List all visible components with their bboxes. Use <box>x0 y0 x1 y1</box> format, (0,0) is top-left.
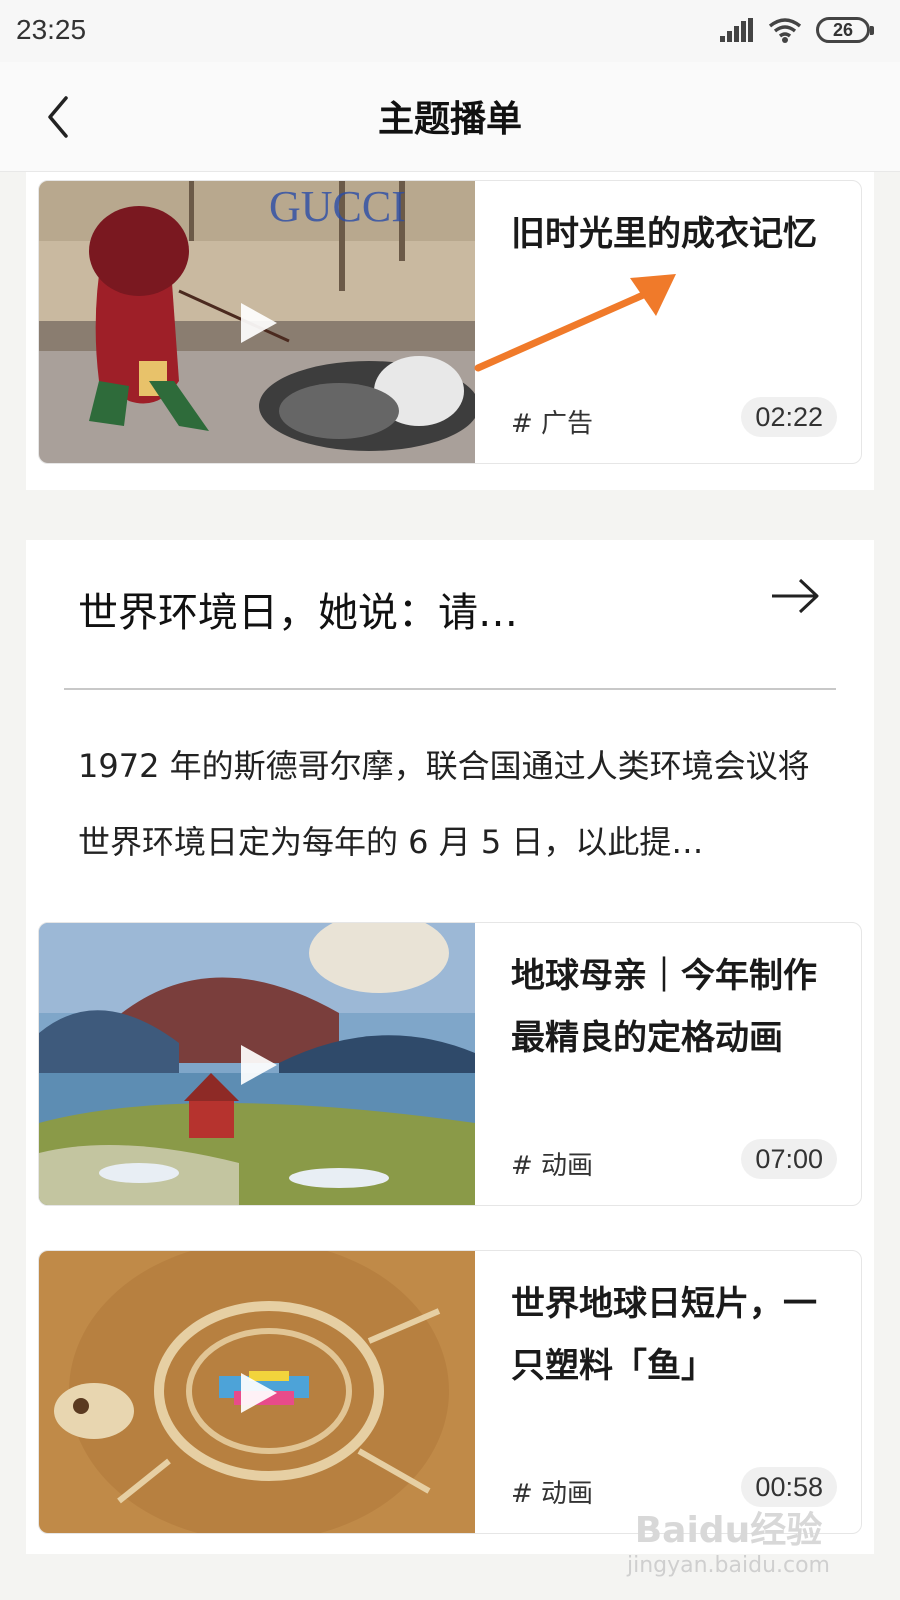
play-icon[interactable] <box>235 1371 279 1415</box>
watermark-logo: Baidu经验 <box>634 1510 823 1551</box>
arrow-right-icon[interactable] <box>770 576 820 616</box>
page-title: 主题播单 <box>377 99 522 140</box>
signal-icon <box>720 18 753 42</box>
play-icon[interactable] <box>235 1043 279 1087</box>
video-card[interactable]: GUCCI 旧时光里的成衣记忆 # 广告 02:22 <box>38 180 862 464</box>
section-description: 1972 年的斯德哥尔摩，联合国通过人类环境会议将世界环境日定为每年的 6 月 … <box>78 747 810 861</box>
title-bar: 主题播单 <box>0 62 900 172</box>
section-title[interactable]: 世界环境日，她说：请… <box>78 580 518 638</box>
status-icons: 26 <box>720 16 874 44</box>
watermark: Baidu经验 jingyan.baidu.com <box>627 1501 830 1578</box>
watermark-url: jingyan.baidu.com <box>626 1553 830 1578</box>
thumbnail-logo: GUCCI <box>269 182 406 231</box>
card-tag[interactable]: # 广告 <box>511 403 593 440</box>
play-icon[interactable] <box>235 301 279 345</box>
card-tag[interactable]: # 动画 <box>511 1145 593 1182</box>
status-bar: 23:25 26 <box>0 0 900 62</box>
video-thumbnail[interactable] <box>39 923 475 1205</box>
video-thumbnail[interactable] <box>39 1251 475 1533</box>
annotation-arrow-icon <box>474 274 676 372</box>
video-card[interactable]: 世界地球日短片，一只塑料「鱼」 # 动画 00:58 <box>38 1250 862 1534</box>
duration-badge: 07:00 <box>741 1139 837 1179</box>
duration-badge: 02:22 <box>741 397 837 437</box>
section-divider <box>64 688 836 690</box>
card-title[interactable]: 旧时光里的成衣记忆 <box>511 203 841 265</box>
card-title[interactable]: 世界地球日短片，一只塑料「鱼」 <box>511 1273 841 1397</box>
battery-indicator: 26 <box>816 17 874 43</box>
wifi-icon <box>768 18 802 43</box>
card-title[interactable]: 地球母亲｜今年制作最精良的定格动画 <box>511 945 841 1069</box>
video-thumbnail[interactable]: GUCCI <box>39 181 475 463</box>
video-card[interactable]: 地球母亲｜今年制作最精良的定格动画 # 动画 07:00 <box>38 922 862 1206</box>
status-time: 23:25 <box>16 14 87 45</box>
card-tag[interactable]: # 动画 <box>511 1473 593 1510</box>
